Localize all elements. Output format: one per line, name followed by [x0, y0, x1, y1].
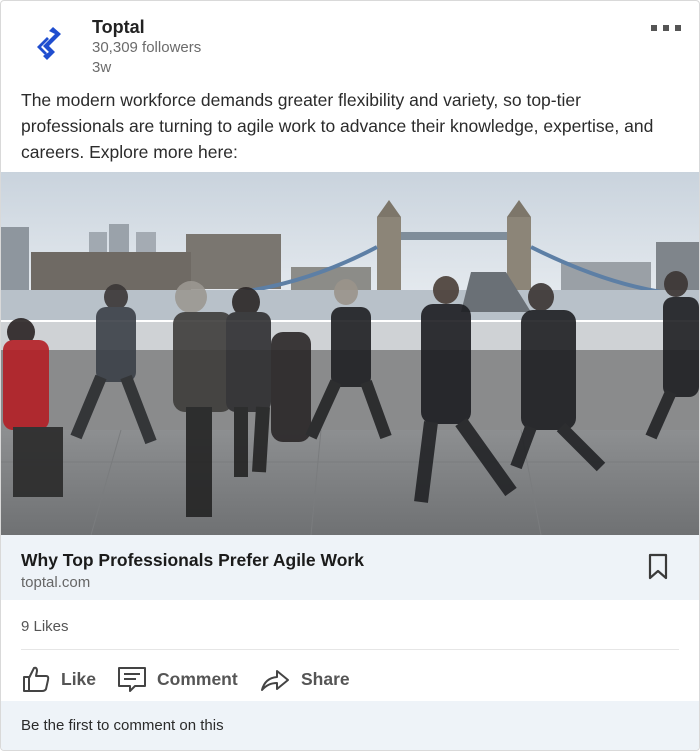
comment-prompt-text: Be the first to comment on this — [21, 717, 224, 734]
share-icon — [261, 670, 289, 691]
link-domain: toptal.com — [21, 574, 91, 591]
more-options-button[interactable] — [651, 19, 681, 32]
thumbs-up-icon — [23, 666, 50, 692]
comment-label: Comment — [157, 668, 238, 689]
author-name[interactable]: Toptal — [92, 17, 145, 38]
follower-count: 30,309 followers — [92, 39, 202, 56]
ellipsis-icon — [651, 25, 681, 31]
toptal-logo[interactable] — [35, 25, 67, 65]
post-card: Toptal 30,309 followers 3w The modern wo… — [0, 0, 700, 751]
link-preview[interactable]: Why Top Professionals Prefer Agile Work … — [1, 535, 699, 600]
comment-button[interactable]: Comment — [117, 657, 238, 701]
comment-prompt[interactable]: Be the first to comment on this — [1, 701, 699, 750]
bookmark-icon[interactable] — [647, 553, 669, 581]
like-label: Like — [61, 668, 97, 689]
share-label: Share — [301, 668, 350, 689]
article-image[interactable] — [1, 172, 699, 535]
post-timestamp: 3w — [92, 59, 112, 76]
post-body-text: The modern workforce demands greater fle… — [21, 90, 654, 162]
divider — [21, 649, 679, 650]
like-count[interactable]: 9 Likes — [21, 618, 69, 635]
share-button[interactable]: Share — [259, 657, 350, 701]
link-title[interactable]: Why Top Professionals Prefer Agile Work — [21, 550, 364, 571]
like-button[interactable]: Like — [21, 657, 96, 701]
comment-icon — [118, 667, 146, 692]
